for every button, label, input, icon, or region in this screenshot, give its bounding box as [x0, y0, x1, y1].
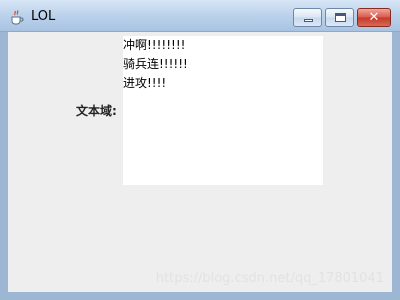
watermark-text: https://blog.csdn.net/qq_17801041: [155, 271, 384, 286]
window-title: LOL: [31, 9, 56, 24]
close-icon: ✕: [368, 10, 380, 25]
close-button[interactable]: ✕: [357, 8, 391, 27]
textarea-line: 骑兵连!!!!!!: [123, 57, 188, 71]
title-bar[interactable]: LOL ✕: [0, 0, 400, 32]
textarea-line: 冲啊!!!!!!!!: [123, 38, 186, 52]
app-window: LOL ✕ 文本域: 冲啊!!!!!!!! 骑兵连!!!!!! 进攻!!!! h…: [0, 0, 400, 300]
text-area[interactable]: 冲啊!!!!!!!! 骑兵连!!!!!! 进攻!!!!: [123, 36, 323, 185]
maximize-icon: [335, 13, 346, 22]
maximize-button[interactable]: [325, 8, 354, 27]
textarea-label: 文本域:: [76, 104, 117, 118]
content-panel: 文本域: 冲啊!!!!!!!! 骑兵连!!!!!! 进攻!!!! https:/…: [8, 32, 392, 292]
textarea-line: 进攻!!!!: [123, 76, 167, 90]
java-cup-icon[interactable]: [9, 9, 25, 25]
minimize-button[interactable]: [293, 8, 322, 27]
minimize-icon: [304, 19, 313, 22]
